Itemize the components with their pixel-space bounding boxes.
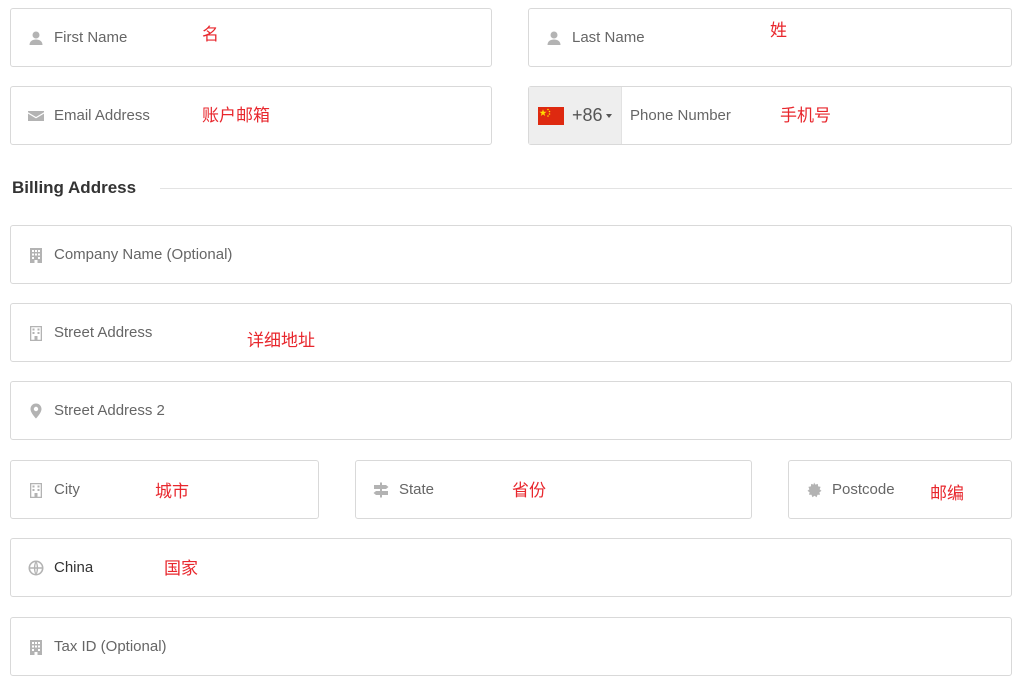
street-field[interactable] — [10, 303, 1012, 362]
company-input[interactable] — [54, 226, 1001, 283]
map-pin-icon — [27, 402, 45, 420]
first-name-field[interactable] — [10, 8, 492, 67]
building-icon — [27, 638, 45, 656]
state-input[interactable] — [399, 461, 741, 518]
street-note: 详细地址 — [247, 331, 315, 351]
postcode-input[interactable] — [832, 461, 1001, 518]
china-flag-icon — [538, 106, 564, 125]
tax-id-field[interactable] — [10, 617, 1012, 676]
street2-input[interactable] — [54, 382, 1001, 439]
country-note: 国家 — [164, 559, 198, 579]
user-icon — [27, 29, 45, 47]
section-title-billing: Billing Address — [12, 178, 137, 197]
building-icon — [27, 246, 45, 264]
building-outline-icon — [27, 324, 45, 342]
envelope-icon — [27, 107, 45, 125]
state-note: 省份 — [512, 481, 546, 501]
badge-icon — [805, 481, 823, 499]
dial-code: +86 — [572, 105, 603, 125]
globe-icon — [27, 559, 45, 577]
street-input[interactable] — [54, 304, 1001, 361]
signpost-icon — [372, 481, 390, 499]
first-name-note: 名 — [202, 25, 219, 45]
first-name-input[interactable] — [54, 9, 481, 66]
user-icon — [545, 29, 563, 47]
phone-field[interactable]: +86 — [528, 86, 1012, 145]
tax-id-input[interactable] — [54, 618, 1001, 675]
city-note: 城市 — [155, 482, 189, 502]
company-field[interactable] — [10, 225, 1012, 284]
postcode-note: 邮编 — [930, 484, 964, 504]
email-note: 账户邮箱 — [202, 106, 270, 126]
section-divider — [160, 188, 1012, 189]
last-name-note: 姓 — [770, 21, 787, 41]
caret-down-icon — [605, 113, 612, 118]
country-field[interactable] — [10, 538, 1012, 597]
phone-note: 手机号 — [780, 106, 831, 126]
street2-field[interactable] — [10, 381, 1012, 440]
postcode-field[interactable] — [788, 460, 1012, 519]
country-code-dropdown[interactable]: +86 — [529, 87, 622, 144]
building-outline-icon — [27, 481, 45, 499]
state-field[interactable] — [355, 460, 752, 519]
